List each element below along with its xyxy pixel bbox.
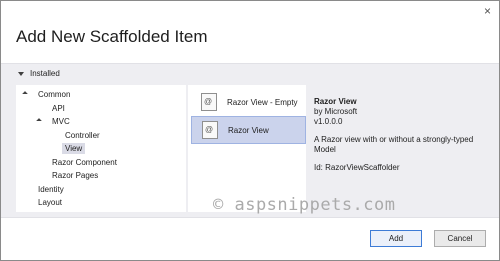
details-name: Razor View: [314, 97, 357, 106]
tree-item-razor-component[interactable]: Razor Component: [52, 158, 117, 167]
template-razor-view[interactable]: Razor View: [191, 116, 306, 144]
add-button[interactable]: Add: [370, 230, 422, 247]
template-label: Razor View: [228, 125, 269, 135]
collapse-arrow-icon: [18, 71, 24, 76]
category-tree: Common API MVC Controller View Razor Com…: [16, 85, 186, 212]
tree-item-razor-pages[interactable]: Razor Pages: [52, 171, 98, 180]
tree-item-controller[interactable]: Controller: [65, 131, 100, 140]
tree-item-api[interactable]: API: [52, 104, 65, 113]
details-version: v1.0.0.0: [314, 117, 343, 126]
template-label: Razor View - Empty: [227, 97, 298, 107]
add-scaffolded-item-dialog: × Add New Scaffolded Item Installed Comm…: [0, 0, 500, 261]
cancel-button[interactable]: Cancel: [434, 230, 486, 247]
installed-label: Installed: [30, 69, 60, 78]
template-details: Razor View by Microsoft v1.0.0.0 A Razor…: [314, 97, 489, 173]
expand-arrow-icon[interactable]: [22, 91, 28, 97]
tree-item-mvc[interactable]: MVC: [52, 117, 70, 126]
close-icon[interactable]: ×: [484, 5, 491, 17]
watermark: © aspsnippets.com: [213, 195, 396, 215]
tree-item-layout[interactable]: Layout: [38, 198, 62, 207]
expand-arrow-icon[interactable]: [36, 118, 42, 124]
razor-template-icon: [202, 121, 218, 139]
details-description: A Razor view with or without a strongly-…: [314, 135, 474, 154]
template-list: Razor View - Empty Razor View: [188, 85, 306, 212]
installed-header[interactable]: Installed: [18, 69, 60, 78]
tree-item-identity[interactable]: Identity: [38, 185, 64, 194]
dialog-title: Add New Scaffolded Item: [16, 27, 208, 46]
template-razor-view-empty[interactable]: Razor View - Empty: [191, 88, 306, 116]
details-author: by Microsoft: [314, 107, 358, 116]
tree-item-view[interactable]: View: [62, 143, 86, 154]
tree-item-common[interactable]: Common: [38, 90, 70, 99]
details-id: Id: RazorViewScaffolder: [314, 163, 400, 172]
razor-template-icon: [201, 93, 217, 111]
